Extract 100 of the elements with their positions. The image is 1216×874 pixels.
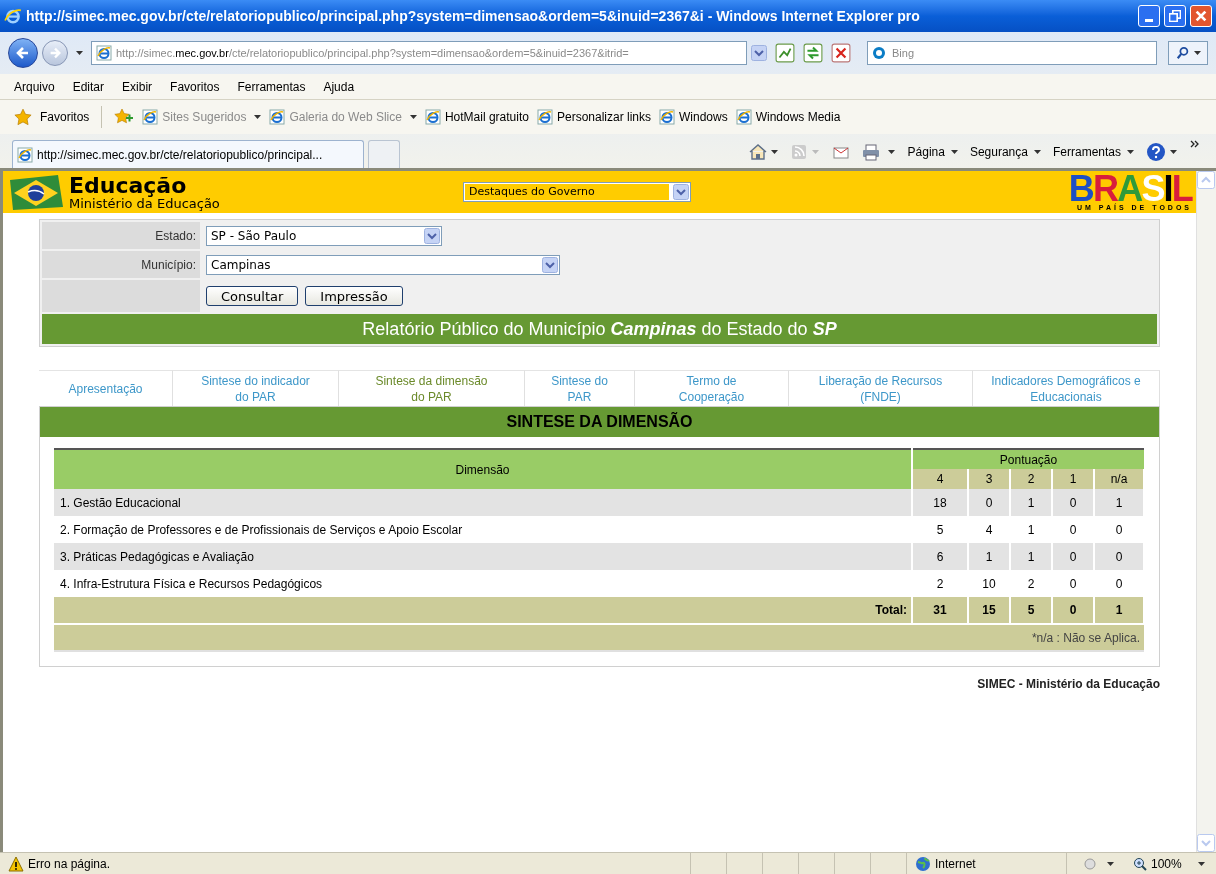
favorite-link[interactable]: Windows — [659, 108, 728, 126]
form-button[interactable]: Impressão — [305, 286, 403, 306]
column-header: 2 — [1010, 469, 1052, 489]
table-cell: 1 — [1010, 516, 1052, 543]
status-text: Erro na página. — [28, 855, 111, 873]
favorites-button[interactable]: Favoritos — [40, 108, 90, 126]
select-field[interactable]: Campinas — [206, 254, 560, 275]
caret-icon — [1197, 861, 1205, 866]
table-cell: 1. Gestão Educacional — [54, 489, 912, 516]
column-header: Pontuação — [912, 449, 1144, 469]
field-label: Estado: — [155, 227, 196, 245]
page-icon — [269, 109, 286, 125]
home-icon[interactable] — [747, 143, 778, 161]
close-icon — [1195, 10, 1207, 22]
table-cell: 0 — [1094, 516, 1144, 543]
caret-icon — [254, 115, 262, 119]
table-cell: 0 — [1052, 570, 1094, 597]
menu-item[interactable]: Favoritos — [170, 77, 220, 96]
globe-icon — [915, 855, 931, 872]
zone-text: Internet — [935, 855, 976, 873]
caret-icon — [950, 150, 958, 154]
table-cell: 0 — [1094, 543, 1144, 570]
stop-icon[interactable] — [831, 43, 851, 63]
command-menu[interactable]: Página — [907, 143, 958, 161]
search-icon — [1175, 46, 1190, 60]
table-cell: 0 — [968, 489, 1010, 516]
table-cell: 0 — [1052, 543, 1094, 570]
minimize-button[interactable] — [1138, 5, 1160, 27]
field-label: Município: — [141, 256, 196, 274]
table-cell: 2. Formação de Professores e de Profissionais de Serviços e Apoio Escolar — [54, 516, 912, 543]
menu-item[interactable]: Ajuda — [323, 77, 355, 96]
site-title: Educação — [69, 174, 188, 197]
refresh-icon[interactable] — [803, 43, 823, 63]
table-cell: 1 — [1010, 543, 1052, 570]
warning-icon[interactable] — [8, 855, 24, 872]
address-field[interactable]: http://simec.mec.gov.br/cte/relatoriopublico/principal.php?system=dimensao&ordem=5&inuid=2367&itrid= — [91, 41, 747, 65]
site-subtitle: Ministério da Educação — [69, 196, 221, 210]
page-icon — [96, 45, 112, 61]
forward-arrow-icon — [48, 46, 62, 60]
maximize-icon — [1169, 10, 1181, 22]
caret-icon — [1127, 150, 1134, 154]
table-cell: 0 — [1052, 516, 1094, 543]
zoom-button[interactable]: 100% — [1133, 854, 1205, 873]
browser-tab[interactable]: http://simec.mec.gov.br/cte/relatoriopublico/principal... — [12, 140, 364, 168]
menu-item[interactable]: Exibir — [122, 77, 153, 96]
report-tab[interactable]: Sintese da dimensão do PAR — [339, 370, 525, 406]
footnote-cell: *n/a : Não se Aplica. — [54, 624, 1144, 651]
window-title: http://simec.mec.gov.br/cte/relatoriopublico/principal.php?system=dimensao&ordem=5&inuid=2367&i - Windows Internet Explorer pro — [26, 6, 921, 26]
favorite-link[interactable]: HotMail gratuito — [424, 108, 529, 126]
column-header: 3 — [968, 469, 1010, 489]
maximize-button[interactable] — [1164, 5, 1186, 27]
column-header: n/a — [1094, 469, 1144, 489]
minimize-icon — [1145, 18, 1153, 22]
form-button[interactable]: Consultar — [206, 286, 299, 306]
back-button[interactable] — [8, 38, 38, 68]
caret-icon[interactable] — [76, 51, 83, 55]
table-cell: 1 — [1094, 489, 1144, 516]
caret-icon — [1193, 51, 1201, 55]
flag-icon — [7, 172, 65, 212]
table-cell: 4. Infra-Estrutura Física e Recursos Pedagógicos — [54, 570, 912, 597]
column-header: 1 — [1052, 469, 1094, 489]
browser-icon — [4, 7, 22, 25]
favorite-link[interactable]: Personalizar links — [536, 108, 651, 126]
back-arrow-icon — [15, 45, 31, 61]
column-header: Dimensão — [54, 449, 912, 489]
page-icon — [735, 109, 752, 125]
section-title: SINTESE DA DIMENSÃO — [40, 407, 1159, 437]
page-icon — [424, 109, 441, 125]
table-cell: 18 — [912, 489, 968, 516]
table-cell: 0 — [1094, 570, 1144, 597]
command-menu[interactable]: Segurança — [969, 143, 1041, 161]
close-button[interactable] — [1190, 5, 1212, 27]
report-title: Relatório Público do Município Campinas do Estado do SP — [42, 314, 1157, 344]
search-button[interactable] — [1168, 41, 1208, 65]
search-field[interactable]: Bing — [867, 41, 1157, 65]
menu-item[interactable]: Ferramentas — [237, 77, 306, 96]
column-header: 4 — [912, 469, 968, 489]
menu-item[interactable]: Arquivo — [14, 77, 55, 96]
more-chevron-icon[interactable] — [1190, 140, 1200, 150]
table-cell: 3. Práticas Pedagógicas e Avaliação — [54, 543, 912, 570]
help-icon[interactable] — [1146, 142, 1178, 162]
printer-icon[interactable] — [861, 143, 896, 161]
page-icon — [659, 109, 675, 125]
table-cell: 5 — [912, 516, 968, 543]
forward-button[interactable] — [42, 40, 68, 66]
add-favorite-icon[interactable] — [114, 108, 135, 126]
page-icon — [17, 146, 33, 163]
highlights-dropdown[interactable]: Destaques do Governo — [463, 182, 691, 202]
menu-item[interactable]: Editar — [72, 77, 105, 96]
table-cell: 4 — [968, 516, 1010, 543]
total-label-cell: Total: — [54, 597, 912, 624]
favorite-link[interactable]: Windows Media — [735, 108, 841, 126]
select-field[interactable]: SP - São Paulo — [206, 225, 442, 246]
zoom-icon — [1133, 856, 1147, 871]
star-icon[interactable] — [14, 108, 32, 126]
command-menu[interactable]: Ferramentas — [1052, 143, 1134, 161]
table-cell: 0 — [1052, 489, 1094, 516]
page-icon — [142, 109, 159, 125]
table-cell: 1 — [968, 543, 1010, 570]
search-engine-icon — [871, 45, 887, 61]
